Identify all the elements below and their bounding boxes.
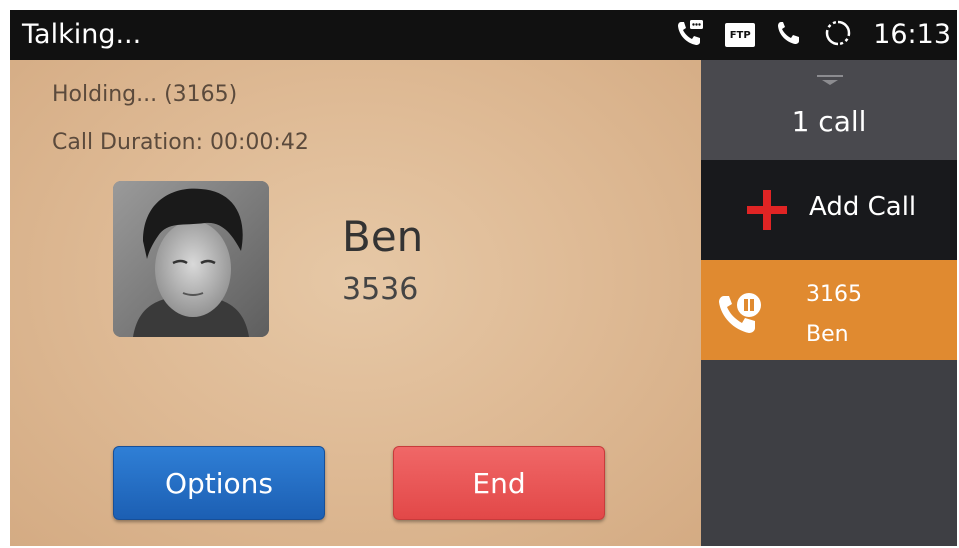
call-count-header[interactable]: 1 call [701, 60, 957, 160]
ftp-icon: FTP [725, 23, 756, 47]
held-call-item[interactable]: 3165 Ben [701, 260, 957, 360]
options-button[interactable]: Options [113, 446, 325, 520]
status-bar: Talking... FTP 16:13 [10, 10, 957, 60]
call-count: 1 call [791, 105, 867, 138]
add-call-button[interactable]: Add Call [701, 160, 957, 260]
contact-name: Ben [342, 212, 424, 261]
call-item-name: Ben [806, 322, 849, 347]
status-icons: FTP 16:13 [675, 10, 951, 60]
hold-status: Holding... (3165) [52, 82, 238, 107]
phone-screen: Talking... FTP 16:13 Holding... (3165) C… [10, 10, 957, 546]
end-call-button[interactable]: End [393, 446, 605, 520]
status-time: 16:13 [873, 19, 951, 50]
contact-number: 3536 [342, 272, 419, 307]
call-item-number: 3165 [806, 282, 862, 307]
call-list-sidebar: 1 call Add Call 3165 Ben [701, 60, 957, 546]
sync-icon [823, 18, 853, 52]
phone-icon [775, 19, 803, 51]
drag-handle-icon[interactable] [817, 70, 843, 85]
voicemail-phone-icon [675, 18, 705, 52]
contact-avatar [113, 181, 269, 337]
active-call-panel: Holding... (3165) Call Duration: 00:00:4… [10, 60, 701, 546]
status-title: Talking... [22, 19, 142, 50]
add-call-label: Add Call [809, 192, 917, 222]
call-duration: Call Duration: 00:00:42 [52, 130, 309, 155]
held-call-icon [715, 288, 765, 338]
plus-icon [747, 190, 787, 230]
